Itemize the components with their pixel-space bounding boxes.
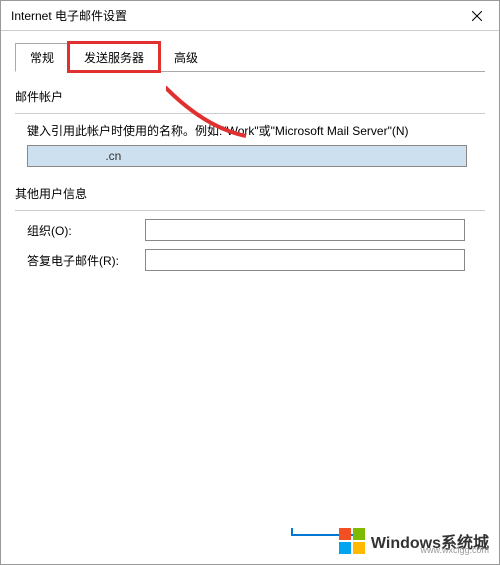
- mail-account-group-title: 邮件帐户: [15, 88, 485, 105]
- watermark-url: www.wxclgg.com: [420, 545, 489, 555]
- divider: [15, 210, 485, 211]
- org-row: 组织(O):: [15, 219, 485, 241]
- reply-row: 答复电子邮件(R):: [15, 249, 485, 271]
- org-label: 组织(O):: [27, 222, 145, 239]
- tab-bar: 常规 发送服务器 高级: [15, 43, 485, 72]
- account-desc: 键入引用此帐户时使用的名称。例如:"Work"或"Microsoft Mail …: [15, 122, 485, 139]
- other-user-group-title: 其他用户信息: [15, 185, 485, 202]
- reply-input[interactable]: [145, 249, 465, 271]
- other-user-group: 其他用户信息 组织(O): 答复电子邮件(R):: [15, 185, 485, 271]
- close-icon: [472, 11, 482, 21]
- tab-advanced[interactable]: 高级: [159, 43, 213, 71]
- tab-send-server[interactable]: 发送服务器: [69, 43, 159, 71]
- mail-account-group: 邮件帐户 键入引用此帐户时使用的名称。例如:"Work"或"Microsoft …: [15, 88, 485, 167]
- account-name-row: [15, 145, 485, 167]
- tab-general[interactable]: 常规: [15, 43, 69, 72]
- windows-logo-icon: [339, 528, 365, 554]
- reply-label: 答复电子邮件(R):: [27, 252, 145, 269]
- org-input[interactable]: [145, 219, 465, 241]
- dialog-title: Internet 电子邮件设置: [11, 7, 127, 24]
- close-button[interactable]: [454, 1, 499, 31]
- titlebar: Internet 电子邮件设置: [1, 1, 499, 31]
- account-name-input[interactable]: [27, 145, 467, 167]
- content-area: 常规 发送服务器 高级 邮件帐户 键入引用此帐户时使用的名称。例如:"Work"…: [1, 31, 499, 301]
- settings-dialog: Internet 电子邮件设置 常规 发送服务器 高级 邮件帐户 键入引用此帐户…: [0, 0, 500, 565]
- watermark: Windows系统城 www.wxclgg.com: [339, 528, 489, 554]
- divider: [15, 113, 485, 114]
